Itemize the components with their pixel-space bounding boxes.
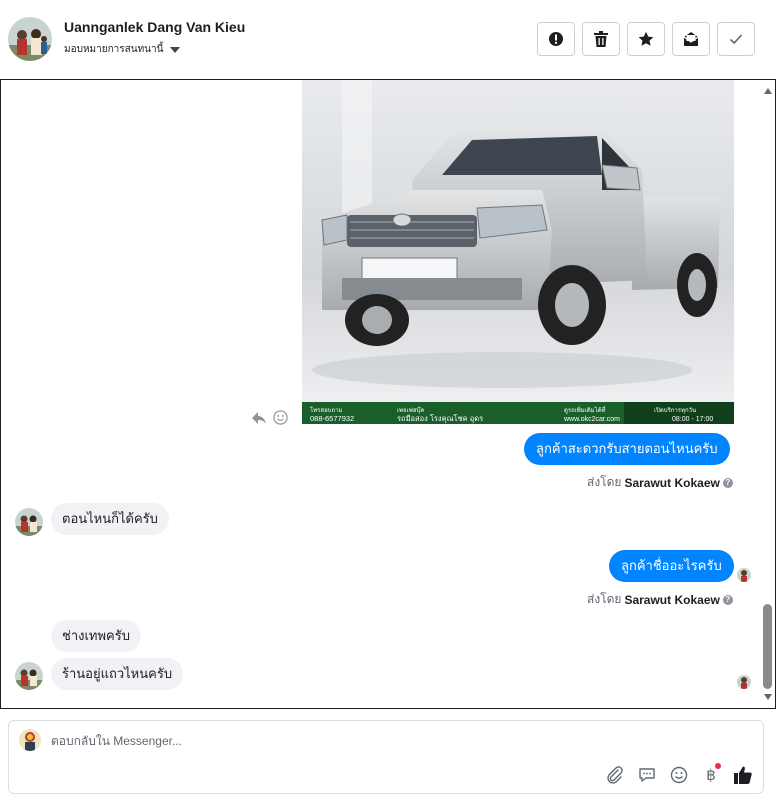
banner-hours: 08:00 - 17:00 bbox=[672, 416, 713, 423]
banner-page-name: รถมือสอง โรงคุณโชค อุดร bbox=[397, 414, 483, 423]
check-icon bbox=[729, 34, 743, 45]
conversation-header: Uannganlek Dang Van Kieu มอบหมายการสนทนา… bbox=[0, 0, 779, 80]
forward-icon[interactable] bbox=[251, 411, 267, 425]
help-icon[interactable]: ? bbox=[722, 477, 733, 488]
delete-button[interactable] bbox=[582, 22, 620, 56]
star-icon bbox=[638, 31, 654, 46]
scrollbar[interactable] bbox=[761, 80, 775, 708]
seen-avatar bbox=[737, 568, 751, 582]
outgoing-message[interactable]: ลูกค้าชื่ออะไรครับ bbox=[609, 550, 734, 582]
sent-by-label: ส่งโดย Sarawut Kokaew ? bbox=[587, 590, 733, 609]
conversation-toolbar bbox=[537, 22, 755, 56]
message-thread[interactable]: โทรสอบถาม 088-6577932 เพจเฟสบุ๊ค รถมือสอ… bbox=[0, 79, 776, 709]
contact-avatar[interactable] bbox=[8, 17, 52, 61]
attach-button[interactable] bbox=[605, 765, 625, 785]
baht-icon: ฿ bbox=[706, 766, 716, 784]
notification-dot bbox=[715, 763, 721, 769]
caret-down-icon bbox=[170, 46, 181, 53]
scroll-up-icon[interactable] bbox=[764, 88, 772, 94]
saved-replies-button[interactable] bbox=[637, 765, 657, 785]
assign-label: มอบหมายการสนทนานี้ bbox=[64, 44, 164, 55]
trash-icon bbox=[594, 31, 608, 47]
exclamation-icon bbox=[549, 32, 563, 46]
sent-by-label: ส่งโดย Sarawut Kokaew ? bbox=[587, 473, 733, 492]
assign-dropdown[interactable]: มอบหมายการสนทนานี้ bbox=[64, 42, 181, 57]
banner-url: www.okc2car.com bbox=[563, 416, 620, 423]
help-icon[interactable]: ? bbox=[722, 594, 733, 605]
sent-by-agent[interactable]: Sarawut Kokaew bbox=[624, 476, 719, 490]
incoming-message[interactable]: ร้านอยู่แถวไหนครับ bbox=[51, 658, 184, 690]
spam-button[interactable] bbox=[537, 22, 575, 56]
svg-text:โทรสอบถาม: โทรสอบถาม bbox=[310, 406, 342, 414]
sent-by-prefix: ส่งโดย bbox=[587, 475, 622, 489]
page-avatar bbox=[19, 729, 41, 751]
paperclip-icon bbox=[607, 766, 623, 784]
incoming-message[interactable]: ช่างเทพครับ bbox=[51, 620, 141, 652]
contact-avatar-small[interactable] bbox=[15, 662, 43, 690]
composer-actions: ฿ bbox=[605, 763, 753, 785]
sent-by-prefix: ส่งโดย bbox=[587, 592, 622, 606]
svg-text:เพจเฟสบุ๊ค: เพจเฟสบุ๊ค bbox=[397, 407, 424, 414]
photo-actions bbox=[251, 410, 288, 425]
banner-phone: 088-6577932 bbox=[310, 414, 354, 423]
like-button[interactable] bbox=[733, 765, 753, 785]
outgoing-message[interactable]: ลูกค้าสะดวกรับสายตอนไหนครับ bbox=[524, 433, 730, 465]
svg-text:ดูรถเพิ่มเติมได้ที่: ดูรถเพิ่มเติมได้ที่ bbox=[564, 406, 606, 414]
contact-avatar-small[interactable] bbox=[15, 508, 43, 536]
incoming-message[interactable]: ตอนไหนก็ได้ครับ bbox=[51, 503, 169, 535]
payment-button[interactable]: ฿ bbox=[701, 763, 721, 785]
seen-avatar bbox=[737, 675, 751, 689]
thumbs-up-icon bbox=[734, 766, 752, 784]
emoji-button[interactable] bbox=[669, 765, 689, 785]
svg-text:เปิดบริการทุกวัน: เปิดบริการทุกวัน bbox=[654, 407, 696, 414]
envelope-icon bbox=[683, 32, 699, 46]
emoji-reaction-icon[interactable] bbox=[273, 410, 288, 425]
reply-input[interactable] bbox=[51, 732, 611, 750]
chat-bubble-icon bbox=[639, 768, 655, 782]
mark-unread-button[interactable] bbox=[672, 22, 710, 56]
star-button[interactable] bbox=[627, 22, 665, 56]
scroll-thumb[interactable] bbox=[763, 604, 772, 689]
smiley-icon bbox=[670, 766, 688, 784]
reply-composer: ฿ bbox=[8, 720, 764, 794]
contact-name[interactable]: Uannganlek Dang Van Kieu bbox=[64, 19, 245, 35]
scroll-down-icon[interactable] bbox=[764, 694, 772, 700]
sent-by-agent[interactable]: Sarawut Kokaew bbox=[624, 593, 719, 607]
mark-done-button[interactable] bbox=[717, 22, 755, 56]
car-photo-attachment[interactable]: โทรสอบถาม 088-6577932 เพจเฟสบุ๊ค รถมือสอ… bbox=[302, 80, 734, 424]
